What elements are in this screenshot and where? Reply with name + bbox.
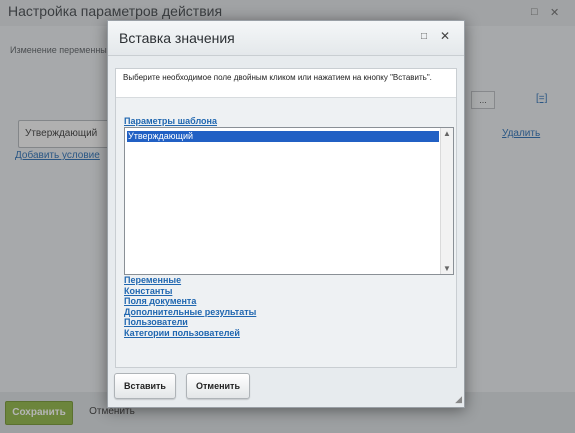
listbox-scrollbar[interactable]: ▲ ▼ [440, 128, 453, 274]
scroll-up-icon[interactable]: ▲ [443, 129, 451, 138]
template-params-link[interactable]: Параметры шаблона [124, 116, 217, 126]
dialog-hint: Выберите необходимое поле двойным кликом… [123, 73, 432, 82]
additional-results-link[interactable]: Дополнительные результаты [124, 307, 256, 317]
scroll-down-icon[interactable]: ▼ [443, 264, 451, 273]
values-listbox[interactable]: Утверждающий ▲ ▼ [124, 127, 454, 275]
resize-grip-icon[interactable]: ◢ [455, 394, 462, 405]
variables-link[interactable]: Переменные [124, 275, 181, 285]
constants-link[interactable]: Константы [124, 286, 172, 296]
users-link[interactable]: Пользователи [124, 317, 188, 327]
dialog-content: Выберите необходимое поле двойным кликом… [115, 68, 457, 368]
maximize-icon[interactable]: □ [421, 31, 427, 42]
insert-button[interactable]: Вставить [114, 373, 176, 399]
hint-box: Выберите необходимое поле двойным кликом… [116, 69, 456, 98]
dialog-title: Вставка значения [119, 30, 235, 46]
dialog-cancel-button[interactable]: Отменить [186, 373, 250, 399]
list-item-selected[interactable]: Утверждающий [127, 131, 439, 142]
user-categories-link[interactable]: Категории пользователей [124, 328, 240, 338]
close-icon[interactable]: ✕ [440, 29, 450, 43]
document-fields-link[interactable]: Поля документа [124, 296, 196, 306]
dialog-header[interactable]: Вставка значения □ ✕ [108, 21, 464, 56]
insert-value-dialog: Вставка значения □ ✕ Выберите необходимо… [107, 20, 465, 408]
